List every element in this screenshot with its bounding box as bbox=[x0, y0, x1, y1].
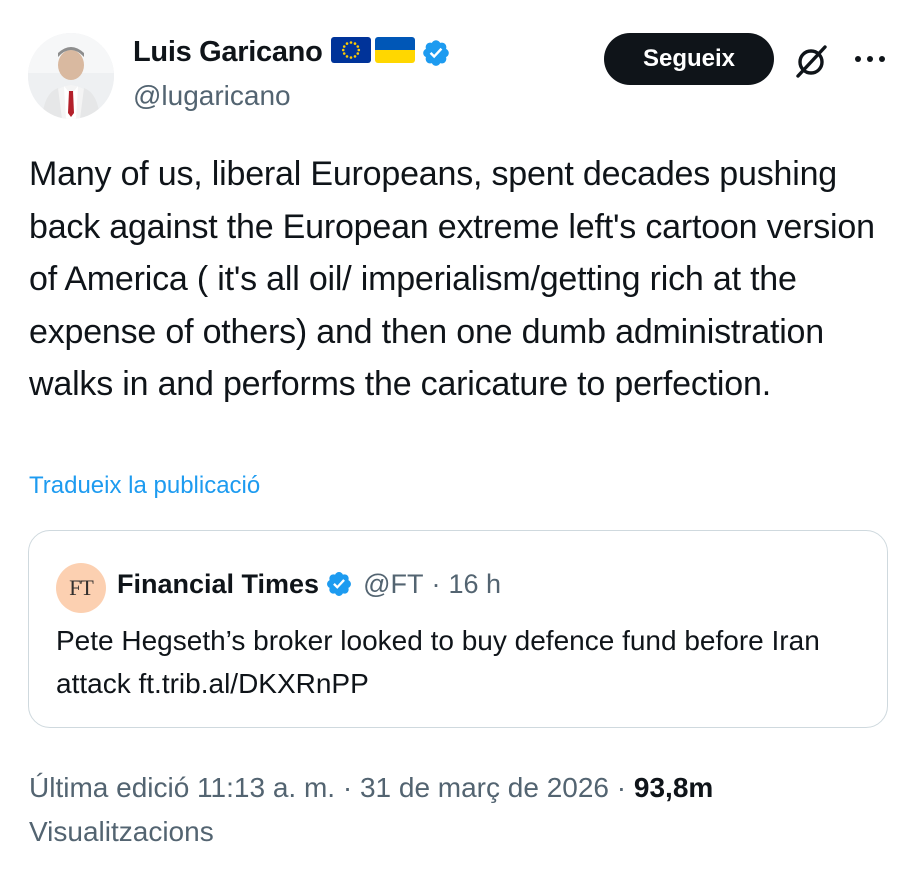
tweet-footer-meta: Última edició 11:13 a. m. · 31 de març d… bbox=[29, 766, 889, 854]
quoted-tweet-text: Pete Hegseth’s broker looked to buy defe… bbox=[56, 625, 820, 699]
quoted-author-handle: @FT bbox=[363, 568, 424, 599]
avatar-photo bbox=[28, 33, 114, 119]
eu-flag-icon bbox=[330, 37, 371, 68]
verified-badge-icon[interactable] bbox=[421, 38, 451, 68]
more-options-icon[interactable] bbox=[852, 47, 888, 71]
quoted-tweet-card[interactable]: FT Financial Times @FT · 16 h Pete Hegse… bbox=[28, 530, 888, 728]
author-avatar[interactable] bbox=[28, 33, 114, 119]
author-name-row: Luis Garicano bbox=[133, 36, 451, 69]
tweet-text: Many of us, liberal Europeans, spent dec… bbox=[29, 155, 875, 403]
author-handle[interactable]: @lugaricano bbox=[133, 80, 291, 112]
follow-button[interactable]: Segueix bbox=[604, 33, 774, 85]
edited-timestamp[interactable]: Última edició 11:13 a. m. · 31 de març d… bbox=[29, 772, 626, 803]
quoted-tweet-header: Financial Times @FT · 16 h bbox=[117, 563, 501, 605]
grok-icon[interactable] bbox=[794, 43, 830, 79]
verified-badge-icon bbox=[325, 570, 353, 598]
ft-logo-avatar: FT bbox=[56, 563, 106, 613]
translate-link[interactable]: Tradueix la publicació bbox=[29, 472, 260, 500]
views-label: Visualitzacions bbox=[29, 816, 214, 847]
ukraine-flag-icon bbox=[374, 37, 415, 68]
quoted-tweet-time: 16 h bbox=[448, 568, 502, 599]
quoted-author-name: Financial Times bbox=[117, 568, 320, 599]
author-display-name[interactable]: Luis Garicano bbox=[133, 36, 323, 69]
views-count: 93,8m bbox=[633, 772, 714, 803]
meta-separator: · bbox=[431, 568, 441, 599]
